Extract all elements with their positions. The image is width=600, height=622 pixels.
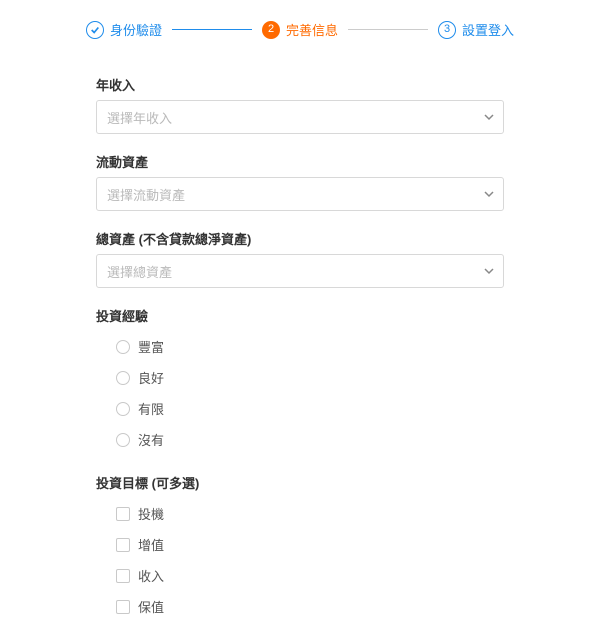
experience-options: 豐富 良好 有限 沒有 <box>96 331 504 455</box>
goals-label: 投資目標 (可多選) <box>96 473 504 492</box>
checkbox-icon <box>116 569 130 583</box>
stepper: 身份驗證 2 完善信息 3 設置登入 <box>36 20 564 57</box>
liquid-assets-label: 流動資產 <box>96 152 504 171</box>
field-liquid-assets: 流動資產 選擇流動資產 <box>96 152 504 211</box>
radio-icon <box>116 402 130 416</box>
step-set-login[interactable]: 3 設置登入 <box>438 20 514 39</box>
experience-option-label: 有限 <box>138 399 164 418</box>
field-goals: 投資目標 (可多選) 投機 增值 收入 保值 <box>96 473 504 622</box>
goals-option-label: 收入 <box>138 566 164 585</box>
goals-option-label: 增值 <box>138 535 164 554</box>
field-annual-income: 年收入 選擇年收入 <box>96 75 504 134</box>
total-assets-select[interactable]: 選擇總資產 <box>96 254 504 288</box>
step-line-1 <box>172 29 252 30</box>
experience-option-label: 豐富 <box>138 337 164 356</box>
experience-option-rich[interactable]: 豐富 <box>96 331 504 362</box>
field-total-assets: 總資產 (不含貸款總淨資產) 選擇總資產 <box>96 229 504 288</box>
liquid-assets-placeholder: 選擇流動資產 <box>96 177 504 211</box>
checkbox-icon <box>116 538 130 552</box>
step-set-login-label: 設置登入 <box>462 20 514 39</box>
annual-income-label: 年收入 <box>96 75 504 94</box>
page-root: 身份驗證 2 完善信息 3 設置登入 年收入 選擇年收入 流動資產 <box>0 0 600 622</box>
check-icon <box>86 21 104 39</box>
goals-option-preservation[interactable]: 保值 <box>96 591 504 622</box>
goals-option-growth[interactable]: 增值 <box>96 529 504 560</box>
experience-label: 投資經驗 <box>96 306 504 325</box>
liquid-assets-select[interactable]: 選擇流動資產 <box>96 177 504 211</box>
goals-option-speculation[interactable]: 投機 <box>96 498 504 529</box>
checkbox-icon <box>116 507 130 521</box>
radio-icon <box>116 371 130 385</box>
form: 年收入 選擇年收入 流動資產 選擇流動資產 總資產 (不含貸款總淨資產) 選擇 <box>36 75 564 622</box>
experience-option-label: 沒有 <box>138 430 164 449</box>
goals-options: 投機 增值 收入 保值 <box>96 498 504 622</box>
step-line-2 <box>348 29 428 30</box>
checkbox-icon <box>116 600 130 614</box>
total-assets-label: 總資產 (不含貸款總淨資產) <box>96 229 504 248</box>
step-complete-info[interactable]: 2 完善信息 <box>262 20 338 39</box>
goals-option-income[interactable]: 收入 <box>96 560 504 591</box>
step-identity[interactable]: 身份驗證 <box>86 20 162 39</box>
step-2-number: 2 <box>262 21 280 39</box>
total-assets-placeholder: 選擇總資產 <box>96 254 504 288</box>
experience-option-limited[interactable]: 有限 <box>96 393 504 424</box>
annual-income-placeholder: 選擇年收入 <box>96 100 504 134</box>
field-experience: 投資經驗 豐富 良好 有限 沒有 <box>96 306 504 455</box>
radio-icon <box>116 433 130 447</box>
step-complete-info-label: 完善信息 <box>286 20 338 39</box>
step-3-number: 3 <box>438 21 456 39</box>
goals-option-label: 投機 <box>138 504 164 523</box>
goals-option-label: 保值 <box>138 597 164 616</box>
experience-option-label: 良好 <box>138 368 164 387</box>
experience-option-none[interactable]: 沒有 <box>96 424 504 455</box>
step-identity-label: 身份驗證 <box>110 20 162 39</box>
radio-icon <box>116 340 130 354</box>
annual-income-select[interactable]: 選擇年收入 <box>96 100 504 134</box>
experience-option-good[interactable]: 良好 <box>96 362 504 393</box>
